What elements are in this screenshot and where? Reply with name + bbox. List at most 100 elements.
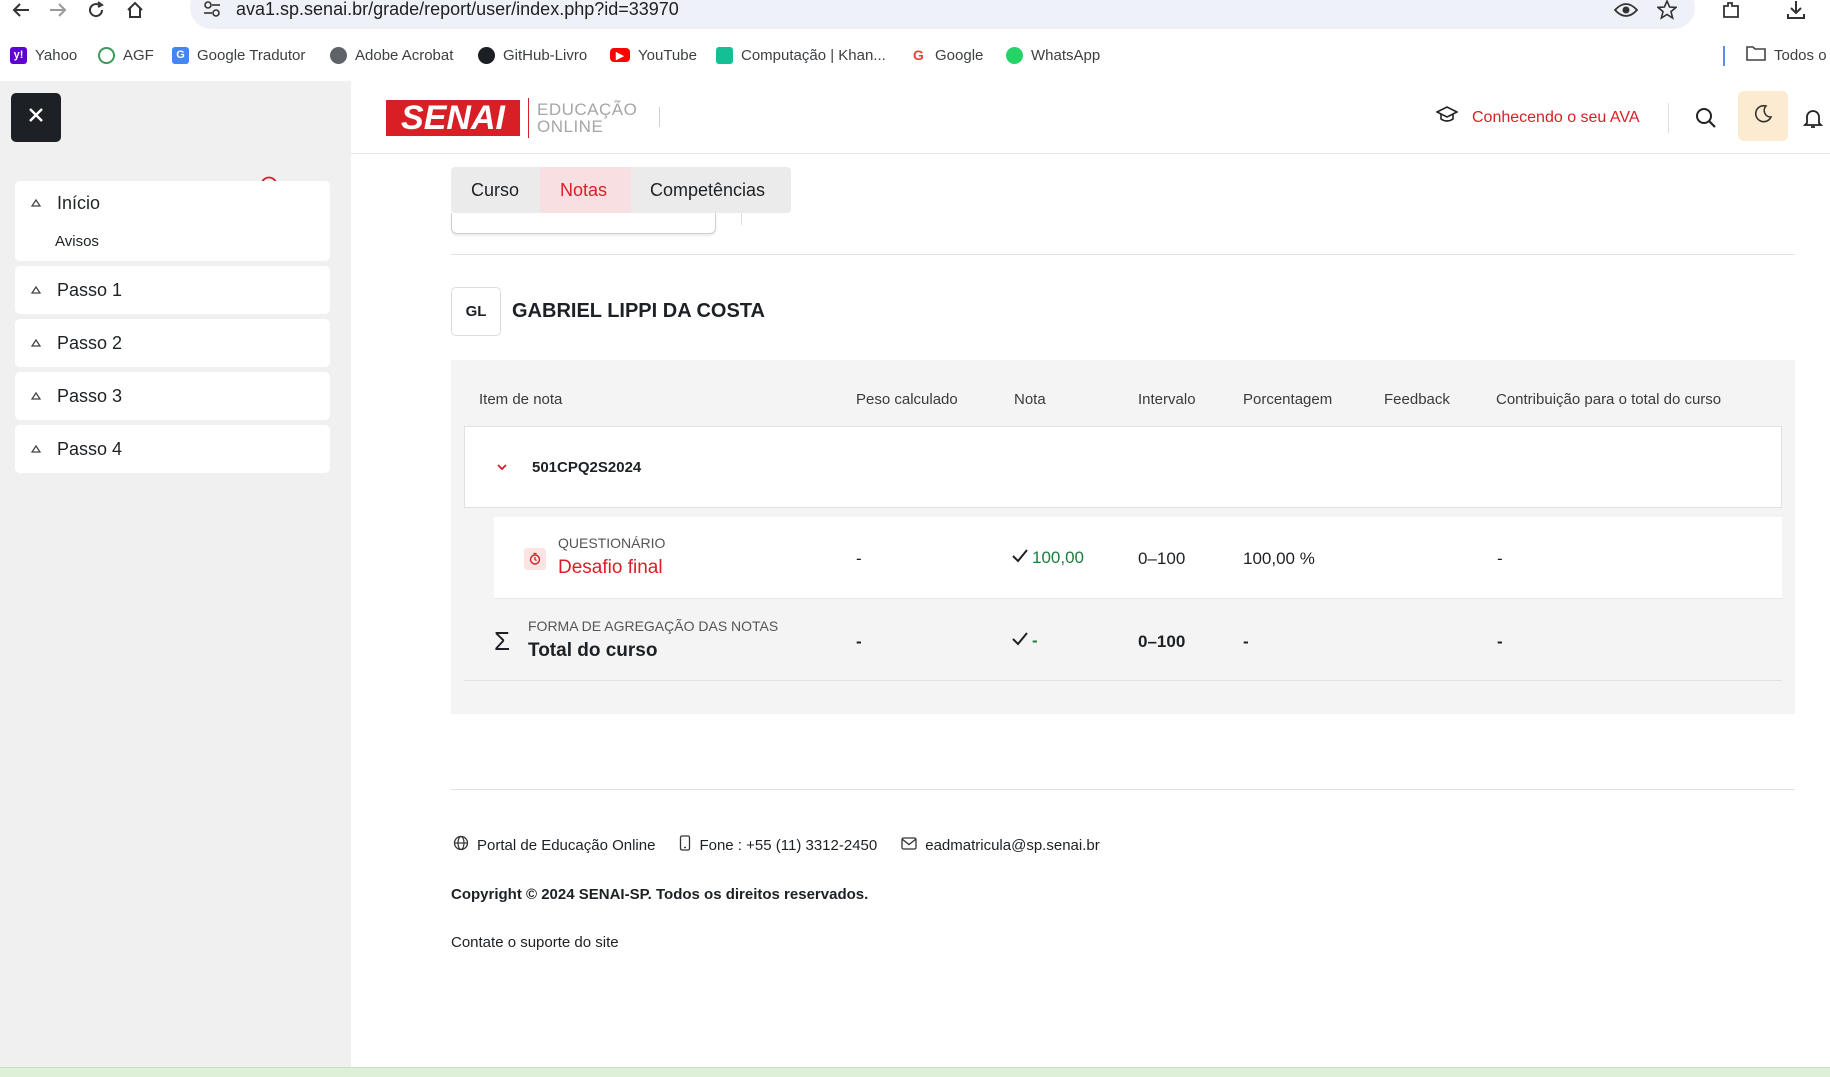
back-icon[interactable]	[8, 0, 34, 20]
home-icon[interactable]	[122, 0, 148, 20]
logo-subtitle: EDUCAÇÃO ONLINE	[537, 101, 637, 135]
whatsapp-icon	[1006, 46, 1023, 64]
user-fullname[interactable]: GABRIEL LIPPI DA COSTA	[512, 300, 765, 323]
youtube-icon: ▶	[610, 48, 630, 62]
section-passo-4: Passo 4	[15, 425, 330, 473]
total-name: Total do curso	[528, 640, 658, 661]
report-selector-dropdown[interactable]	[451, 213, 716, 234]
item-type: QUESTIONÁRIO	[558, 535, 666, 551]
bookmark-label: AGF	[123, 46, 154, 64]
bookmark-adobe-acrobat[interactable]: Adobe Acrobat	[330, 44, 453, 66]
search-icon[interactable]	[1693, 105, 1719, 131]
yahoo-icon: y!	[10, 46, 27, 64]
all-bookmarks-folder[interactable]: Todos o	[1746, 44, 1827, 66]
bookmark-google-tradutor[interactable]: G Google Tradutor	[172, 44, 305, 66]
section-header[interactable]: Passo 2	[15, 331, 122, 355]
bookmark-google[interactable]: G Google	[910, 44, 983, 66]
activity-avisos[interactable]: Avisos	[55, 233, 99, 250]
checkmark-icon	[1012, 631, 1028, 651]
url-text[interactable]: ava1.sp.senai.br/grade/report/user/index…	[236, 0, 679, 18]
bookmark-label: WhatsApp	[1031, 46, 1101, 64]
section-header[interactable]: Passo 1	[15, 278, 122, 302]
bookmark-khan-academy[interactable]: Computação | Khan...	[716, 44, 886, 66]
bookmark-label: GitHub-Livro	[503, 46, 588, 64]
sigma-icon: Σ	[494, 626, 511, 656]
footer-support-link[interactable]: Contate o suporte do site	[451, 934, 619, 951]
footer-email[interactable]: eadmatricula@sp.senai.br	[901, 836, 1100, 854]
collapse-icon	[31, 338, 41, 348]
item-contribution: -	[1497, 549, 1503, 568]
site-info-icon[interactable]	[202, 0, 222, 18]
item-name-link[interactable]: Desafio final	[558, 557, 663, 579]
extensions-icon[interactable]	[1719, 0, 1743, 20]
logo-subtitle-line1: EDUCAÇÃO	[537, 100, 638, 119]
tabs-divider	[451, 254, 1795, 255]
footer-portal-link[interactable]: Portal de Educação Online	[453, 835, 655, 855]
bookmark-github-livro[interactable]: GitHub-Livro	[478, 44, 587, 66]
item-grade: 100,00	[1012, 548, 1084, 568]
user-avatar[interactable]: GL	[451, 287, 501, 336]
col-header-grade: Nota	[1014, 391, 1046, 408]
item-range: 0–100	[1138, 549, 1186, 568]
tab-curso[interactable]: Curso	[451, 167, 540, 213]
logo-separator	[528, 98, 529, 138]
google-translate-icon: G	[172, 46, 189, 64]
section-title: Passo 3	[57, 385, 123, 406]
section-passo-1: Passo 1	[15, 266, 330, 314]
bookmark-youtube[interactable]: ▶ YouTube	[610, 44, 697, 66]
graduation-cap-icon	[1435, 106, 1459, 129]
tab-notas[interactable]: Notas	[540, 167, 631, 213]
section-inicio: Início Avisos	[15, 181, 330, 261]
col-header-contribution: Contribuição para o total do curso	[1496, 391, 1722, 408]
col-header-range: Intervalo	[1138, 391, 1196, 408]
senai-logo[interactable]: SENAI EDUCAÇÃO ONLINE	[386, 98, 637, 138]
globe-icon	[330, 46, 347, 64]
notifications-bell-icon[interactable]	[1800, 105, 1826, 131]
total-type: FORMA DE AGREGAÇÃO DAS NOTAS	[528, 618, 779, 634]
mail-icon	[901, 836, 917, 854]
item-grade-value: 100,00	[1032, 548, 1084, 567]
bookmark-whatsapp[interactable]: WhatsApp	[1006, 44, 1100, 66]
khan-academy-icon	[716, 46, 733, 64]
footer-email-label: eadmatricula@sp.senai.br	[925, 836, 1100, 854]
grade-item-row: QUESTIONÁRIO Desafio final - 100,00 0–10…	[494, 517, 1782, 599]
eye-icon[interactable]	[1614, 0, 1638, 20]
star-icon[interactable]	[1655, 0, 1679, 20]
total-grade: -	[1012, 631, 1038, 651]
selector-divider	[741, 213, 742, 225]
bookmark-agf[interactable]: AGF	[98, 44, 154, 66]
close-drawer-button[interactable]	[11, 93, 61, 142]
quiz-icon	[524, 548, 546, 570]
google-icon: G	[910, 46, 927, 64]
status-strip	[0, 1067, 1830, 1077]
ava-guide-link[interactable]: Conhecendo o seu AVA	[1435, 106, 1640, 129]
download-icon[interactable]	[1784, 0, 1808, 20]
checkmark-icon	[1012, 548, 1028, 568]
reload-icon[interactable]	[83, 0, 109, 20]
collapse-icon	[31, 285, 41, 295]
globe-icon	[453, 835, 469, 855]
footer-contact: Portal de Educação Online Fone : +55 (11…	[453, 835, 1124, 855]
col-header-feedback: Feedback	[1384, 391, 1450, 408]
section-passo-3: Passo 3	[15, 372, 330, 420]
section-title: Passo 1	[57, 279, 123, 300]
course-code: 501CPQ2S2024	[532, 459, 642, 476]
bookmark-yahoo[interactable]: y! Yahoo	[10, 44, 77, 66]
section-passo-2: Passo 2	[15, 319, 330, 367]
github-icon	[478, 46, 495, 64]
header-divider	[1668, 103, 1669, 133]
dark-mode-toggle[interactable]	[1738, 91, 1788, 141]
agf-icon	[98, 46, 115, 64]
tab-competencias[interactable]: Competências	[631, 167, 791, 213]
forward-icon[interactable]	[45, 0, 71, 20]
section-header[interactable]: Passo 3	[15, 384, 122, 408]
total-range: 0–100	[1138, 632, 1186, 651]
site-header: SENAI EDUCAÇÃO ONLINE Conhecendo o seu A…	[351, 81, 1830, 154]
chevron-down-icon[interactable]	[495, 460, 509, 474]
section-header[interactable]: Passo 4	[15, 437, 122, 461]
total-weight: -	[856, 632, 862, 651]
footer-portal-label: Portal de Educação Online	[477, 836, 656, 854]
course-tabs: Curso Notas Competências	[451, 167, 791, 213]
footer-phone[interactable]: Fone : +55 (11) 3312-2450	[679, 835, 877, 855]
section-header[interactable]: Início	[15, 191, 100, 215]
